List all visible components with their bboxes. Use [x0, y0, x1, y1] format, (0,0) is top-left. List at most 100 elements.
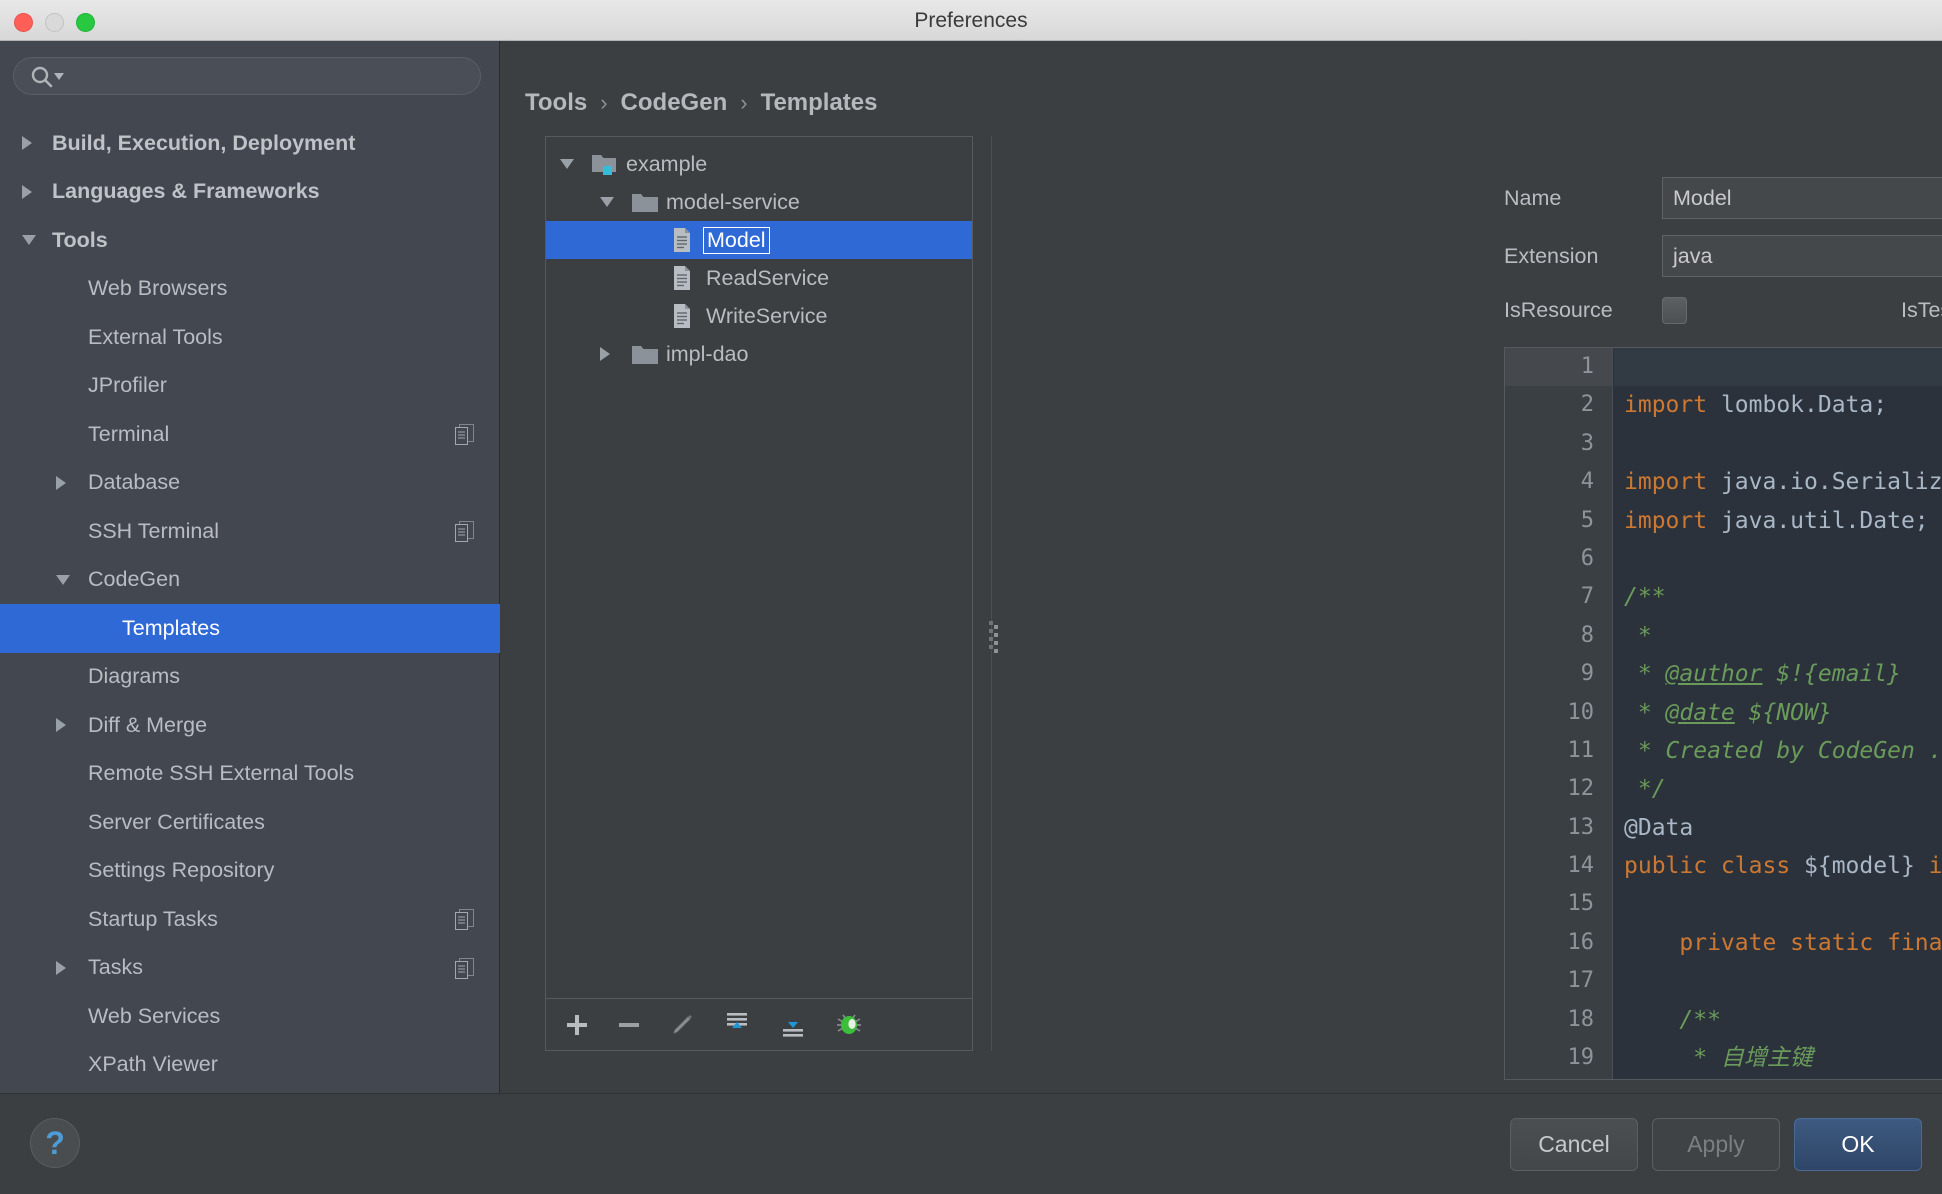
editor-code-line: /** [1624, 1006, 1721, 1033]
template-tree-node[interactable]: Model [546, 221, 972, 259]
template-tree-node-label: example [626, 151, 708, 176]
template-tree-node[interactable]: model-service [546, 183, 972, 221]
ok-button[interactable]: OK [1794, 1118, 1922, 1171]
sidebar-item-startup-tasks[interactable]: Startup Tasks [0, 895, 500, 944]
sidebar-item-jprofiler[interactable]: JProfiler [0, 362, 500, 411]
copy-settings-icon[interactable] [455, 521, 475, 549]
panel-splitter[interactable] [985, 136, 999, 1051]
chevron-right-icon[interactable] [56, 475, 66, 490]
cancel-button[interactable]: Cancel [1510, 1118, 1638, 1171]
sidebar-item-diagrams[interactable]: Diagrams [0, 653, 500, 702]
sidebar-item-database[interactable]: Database [0, 459, 500, 508]
sidebar-item-label: XPath Viewer [88, 1052, 218, 1077]
debug-bug-button[interactable] [834, 1011, 864, 1039]
preferences-window: Preferences Build, Execution, Deployment… [0, 0, 1942, 1194]
export-button[interactable] [722, 1010, 752, 1040]
template-tree-node[interactable]: WriteService [546, 297, 972, 335]
sidebar-item-languages-frameworks[interactable]: Languages & Frameworks [0, 168, 500, 217]
isresource-checkbox[interactable] [1662, 297, 1687, 324]
apply-button[interactable]: Apply [1652, 1118, 1780, 1171]
sidebar-item-tools[interactable]: Tools [0, 216, 500, 265]
copy-settings-icon[interactable] [455, 957, 475, 986]
sidebar-item-label: CodeGen [88, 567, 181, 592]
editor-line-number: 6 [1580, 545, 1594, 571]
copy-settings-icon[interactable] [455, 909, 475, 937]
search-field-wrapper[interactable] [13, 57, 481, 95]
chevron-down-icon[interactable] [600, 197, 614, 207]
sidebar-item-label: JProfiler [88, 373, 167, 398]
sidebar-item-label: Tasks [88, 955, 143, 980]
sidebar-item-xpath-viewer[interactable]: XPath Viewer [0, 1041, 500, 1090]
chevron-right-icon[interactable] [56, 718, 66, 732]
editor-line-number: 18 [1567, 1006, 1595, 1032]
chevron-down-icon[interactable] [56, 574, 70, 585]
sidebar-item-settings-repository[interactable]: Settings Repository [0, 847, 500, 896]
editor-code-line: */ [1614, 1077, 1942, 1079]
chevron-right-icon[interactable] [56, 960, 66, 975]
editor-code-line [1614, 885, 1942, 923]
sidebar-item-server-certificates[interactable]: Server Certificates [0, 798, 500, 847]
search-icon [31, 66, 64, 88]
editor-code-line: * @author $!{email} [1624, 661, 1901, 688]
copy-settings-icon[interactable] [455, 424, 475, 452]
sidebar-item-web-browsers[interactable]: Web Browsers [0, 265, 500, 314]
sidebar-item-label: Tools [52, 227, 108, 252]
folder-icon [632, 344, 658, 370]
chevron-right-icon[interactable] [600, 347, 610, 361]
editor-line-number: 10 [1567, 699, 1595, 725]
file-icon [672, 304, 692, 334]
editor-line-number: 5 [1580, 507, 1594, 533]
name-input[interactable]: Model [1662, 177, 1942, 219]
editor-code-line: import lombok.Data; [1624, 392, 1888, 419]
main-panel: Tools › CodeGen › Templates example model-ser… [501, 41, 1942, 1093]
file-icon [672, 266, 692, 296]
editor-line-number: 8 [1580, 622, 1594, 648]
template-tree-node[interactable]: impl-dao [546, 335, 972, 373]
remove-button[interactable] [616, 1012, 642, 1038]
template-code-editor[interactable]: 1234567891011121314151617181920 import l… [1504, 347, 1942, 1080]
sidebar-item-tasks[interactable]: Tasks [0, 944, 500, 993]
sidebar-item-label: Templates [122, 615, 220, 640]
search-input[interactable] [13, 57, 481, 95]
window-title: Preferences [914, 9, 1028, 32]
add-button[interactable] [564, 1012, 590, 1038]
editor-code-line [1614, 348, 1942, 387]
chevron-down-icon[interactable] [560, 159, 574, 169]
sidebar-item-web-services[interactable]: Web Services [0, 992, 500, 1041]
breadcrumb-item-tools[interactable]: Tools [525, 89, 587, 117]
copy-icon [455, 521, 474, 542]
breadcrumb-separator: › [740, 90, 748, 115]
sidebar-item-label: Diagrams [88, 664, 180, 689]
sidebar-item-build-execution-deployment[interactable]: Build, Execution, Deployment [0, 119, 500, 168]
sidebar-item-label: Startup Tasks [88, 906, 218, 931]
template-tree-node-label: ReadService [706, 265, 830, 290]
template-tree-node[interactable]: ReadService [546, 259, 972, 297]
sidebar-item-external-tools[interactable]: External Tools [0, 313, 500, 362]
sidebar-item-label: External Tools [88, 324, 223, 349]
breadcrumb-item-templates[interactable]: Templates [761, 89, 878, 117]
sidebar-item-diff-merge[interactable]: Diff & Merge [0, 701, 500, 750]
editor-code-area[interactable]: import lombok.Data; import java.io.Serial… [1614, 348, 1942, 1079]
import-button[interactable] [778, 1010, 808, 1040]
sidebar-item-codegen[interactable]: CodeGen [0, 556, 500, 605]
sidebar-item-remote-ssh-external-tools[interactable]: Remote SSH External Tools [0, 750, 500, 799]
sidebar-item-label: Web Services [88, 1003, 221, 1028]
template-tree-node[interactable]: example [546, 145, 972, 183]
name-label: Name [1504, 185, 1562, 210]
sidebar-item-terminal[interactable]: Terminal [0, 410, 500, 459]
edit-pencil-button[interactable] [668, 1011, 696, 1039]
chevron-right-icon[interactable] [22, 184, 32, 199]
help-button[interactable]: ? [30, 1118, 80, 1168]
breadcrumb-item-codegen[interactable]: CodeGen [621, 89, 728, 117]
sidebar-item-templates[interactable]: Templates [0, 604, 500, 653]
template-toolbar [546, 998, 972, 1050]
settings-sidebar: Build, Execution, Deployment Languages & … [0, 41, 500, 1093]
sidebar-item-ssh-terminal[interactable]: SSH Terminal [0, 507, 500, 556]
editor-line-number: 20 [1505, 1077, 1612, 1079]
sidebar-tree: Build, Execution, Deployment Languages & … [0, 119, 500, 1089]
editor-code-line: * Created by CodeGen . [1624, 737, 1942, 764]
extension-input[interactable]: java [1662, 235, 1942, 277]
chevron-right-icon[interactable] [22, 136, 32, 150]
template-tree-node-label[interactable]: Model [703, 226, 770, 254]
chevron-down-icon[interactable] [22, 235, 36, 245]
